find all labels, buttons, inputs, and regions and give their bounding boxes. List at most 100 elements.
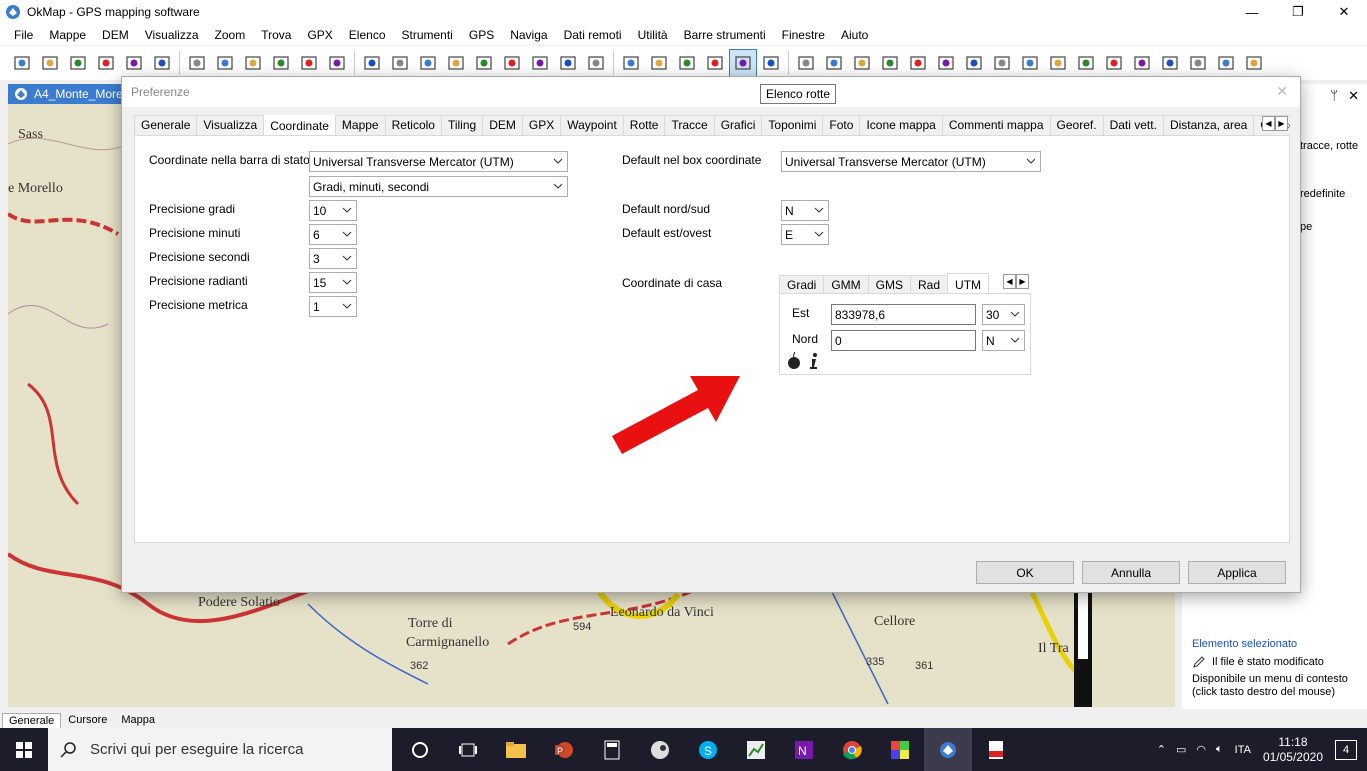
menu-gps[interactable]: GPS	[461, 28, 502, 42]
tab-dem[interactable]: DEM	[482, 115, 523, 135]
toolbar-button-save[interactable]	[323, 49, 351, 77]
home-tab-gms[interactable]: GMS	[867, 275, 912, 294]
taskbar-app[interactable]	[732, 728, 780, 771]
menu-aiuto[interactable]: Aiuto	[833, 28, 876, 42]
home-tab-rad[interactable]: Rad	[910, 275, 949, 294]
toolbar-button-zoom[interactable]	[414, 49, 442, 77]
toolbar-button-edit[interactable]	[701, 49, 729, 77]
volume-icon[interactable]: 🔈︎	[1216, 743, 1223, 756]
close-button[interactable]: ✕	[1321, 0, 1367, 24]
apply-button[interactable]: Applica	[1188, 561, 1286, 584]
menu-file[interactable]: File	[6, 28, 41, 42]
toolbar-button-pin[interactable]	[1072, 49, 1100, 77]
tab-scroll-right-icon[interactable]: ▶	[1275, 116, 1288, 131]
battery-icon[interactable]: ▭	[1176, 743, 1186, 756]
menu-dem[interactable]: DEM	[94, 28, 137, 42]
toolbar-button-zoom[interactable]	[554, 49, 582, 77]
toolbar-button-open-folder[interactable]	[148, 49, 176, 77]
toolbar-button-open-folder[interactable]	[64, 49, 92, 77]
menu-zoom[interactable]: Zoom	[207, 28, 254, 42]
subtab-scroll-right-icon[interactable]: ▶	[1016, 274, 1029, 289]
minimize-button[interactable]: —	[1229, 0, 1275, 24]
tab-reticolo[interactable]: Reticolo	[384, 115, 442, 135]
home-tab-utm[interactable]: UTM	[947, 273, 990, 294]
menu-barre-strumenti[interactable]: Barre strumenti	[676, 28, 774, 42]
toolbar-button-select[interactable]	[848, 49, 876, 77]
taskbar-calculator[interactable]	[588, 728, 636, 771]
prec-degrees-select[interactable]: 10	[309, 200, 357, 221]
toolbar-button-add-waypoint[interactable]	[820, 49, 848, 77]
taskbar-onenote[interactable]: N	[780, 728, 828, 771]
toolbar-button-edit[interactable]	[617, 49, 645, 77]
tab-toponimi[interactable]: Toponimi	[761, 115, 824, 135]
toolbar-button-erase[interactable]	[876, 49, 904, 77]
menu-elenco[interactable]: Elenco	[341, 28, 394, 42]
tab-mappa[interactable]: Mappa	[114, 712, 162, 728]
toolbar-button-save[interactable]	[211, 49, 239, 77]
taskbar-okmap[interactable]	[924, 728, 972, 771]
document-tab[interactable]: A4_Monte_More	[8, 84, 126, 104]
taskbar-powerpoint[interactable]: P	[540, 728, 588, 771]
toolbar-button-edit[interactable]	[645, 49, 673, 77]
toolbar-button-list-routes[interactable]	[729, 49, 757, 77]
prec-radians-select[interactable]: 15	[309, 272, 357, 293]
status-bar-system-select[interactable]: Universal Transverse Mercator (UTM)	[309, 151, 568, 172]
menu-trova[interactable]: Trova	[253, 28, 299, 42]
default-ns-select[interactable]: N	[781, 200, 829, 221]
tray-up-arrow-icon[interactable]: ⌃	[1157, 743, 1166, 756]
task-view-button[interactable]	[444, 728, 492, 771]
toolbar-button-globe[interactable]	[358, 49, 386, 77]
tab-mappe[interactable]: Mappe	[334, 115, 386, 135]
toolbar-button-track[interactable]	[1016, 49, 1044, 77]
toolbar-button-save[interactable]	[239, 49, 267, 77]
toolbar-button-pin[interactable]	[1100, 49, 1128, 77]
menu-dati-remoti[interactable]: Dati remoti	[556, 28, 630, 42]
toolbar-button-open-folder[interactable]	[92, 49, 120, 77]
tab-generale[interactable]: Generale	[2, 713, 62, 728]
tab-tracce[interactable]: Tracce	[664, 115, 715, 135]
toolbar-button-ruler-x[interactable]	[1240, 49, 1268, 77]
cancel-button[interactable]: Annulla	[1082, 561, 1180, 584]
toolbar-button-cursor[interactable]	[792, 49, 820, 77]
tab-grafici[interactable]: Grafici	[713, 115, 763, 135]
toolbar-button-message[interactable]	[960, 49, 988, 77]
tab-distanza-area[interactable]: Distanza, area	[1162, 115, 1255, 135]
default-box-select[interactable]: Universal Transverse Mercator (UTM)	[781, 151, 1041, 172]
cortana-button[interactable]	[396, 728, 444, 771]
toolbar-button-georef[interactable]	[386, 49, 414, 77]
toolbar-button-save[interactable]	[183, 49, 211, 77]
home-tab-gradi[interactable]: Gradi	[779, 275, 825, 294]
ok-button[interactable]: OK	[976, 561, 1074, 584]
toolbar-button-marker[interactable]	[1156, 49, 1184, 77]
east-input[interactable]: 833978,6	[831, 304, 976, 325]
zone-select[interactable]: 30	[982, 304, 1025, 325]
tab-waypoint[interactable]: Waypoint	[560, 115, 624, 135]
toolbar-button-move[interactable]	[904, 49, 932, 77]
mouse-icon[interactable]	[786, 352, 802, 370]
prec-seconds-select[interactable]: 3	[309, 248, 357, 269]
start-button[interactable]	[0, 728, 48, 771]
language-indicator[interactable]: ITA	[1235, 744, 1251, 756]
wifi-icon[interactable]: ◠	[1196, 743, 1206, 756]
toolbar-button-zoom-in[interactable]	[470, 49, 498, 77]
menu-utilita[interactable]: Utilità	[630, 28, 676, 42]
default-ew-select[interactable]: E	[781, 224, 829, 245]
menu-naviga[interactable]: Naviga	[502, 28, 555, 42]
toolbar-button-save[interactable]	[295, 49, 323, 77]
menu-strumenti[interactable]: Strumenti	[394, 28, 461, 42]
north-input[interactable]: 0	[831, 330, 976, 351]
toolbar-button-zoom-fit[interactable]	[526, 49, 554, 77]
toolbar-button-zoom-out[interactable]	[498, 49, 526, 77]
tab-generale[interactable]: Generale	[134, 115, 198, 135]
toolbar-button-draw[interactable]	[1044, 49, 1072, 77]
menu-gpx[interactable]: GPX	[299, 28, 340, 42]
toolbar-button-diamond[interactable]	[1128, 49, 1156, 77]
tab-scroll-left-icon[interactable]: ◀	[1262, 116, 1275, 131]
taskbar-steam[interactable]	[636, 728, 684, 771]
status-bar-format-select[interactable]: Gradi, minuti, secondi	[309, 176, 568, 197]
tab-gpx[interactable]: GPX	[521, 115, 562, 135]
menu-visualizza[interactable]: Visualizza	[137, 28, 207, 42]
taskbar-color-app[interactable]	[876, 728, 924, 771]
taskbar-skype[interactable]: S	[684, 728, 732, 771]
notification-center[interactable]: 4	[1335, 739, 1357, 760]
